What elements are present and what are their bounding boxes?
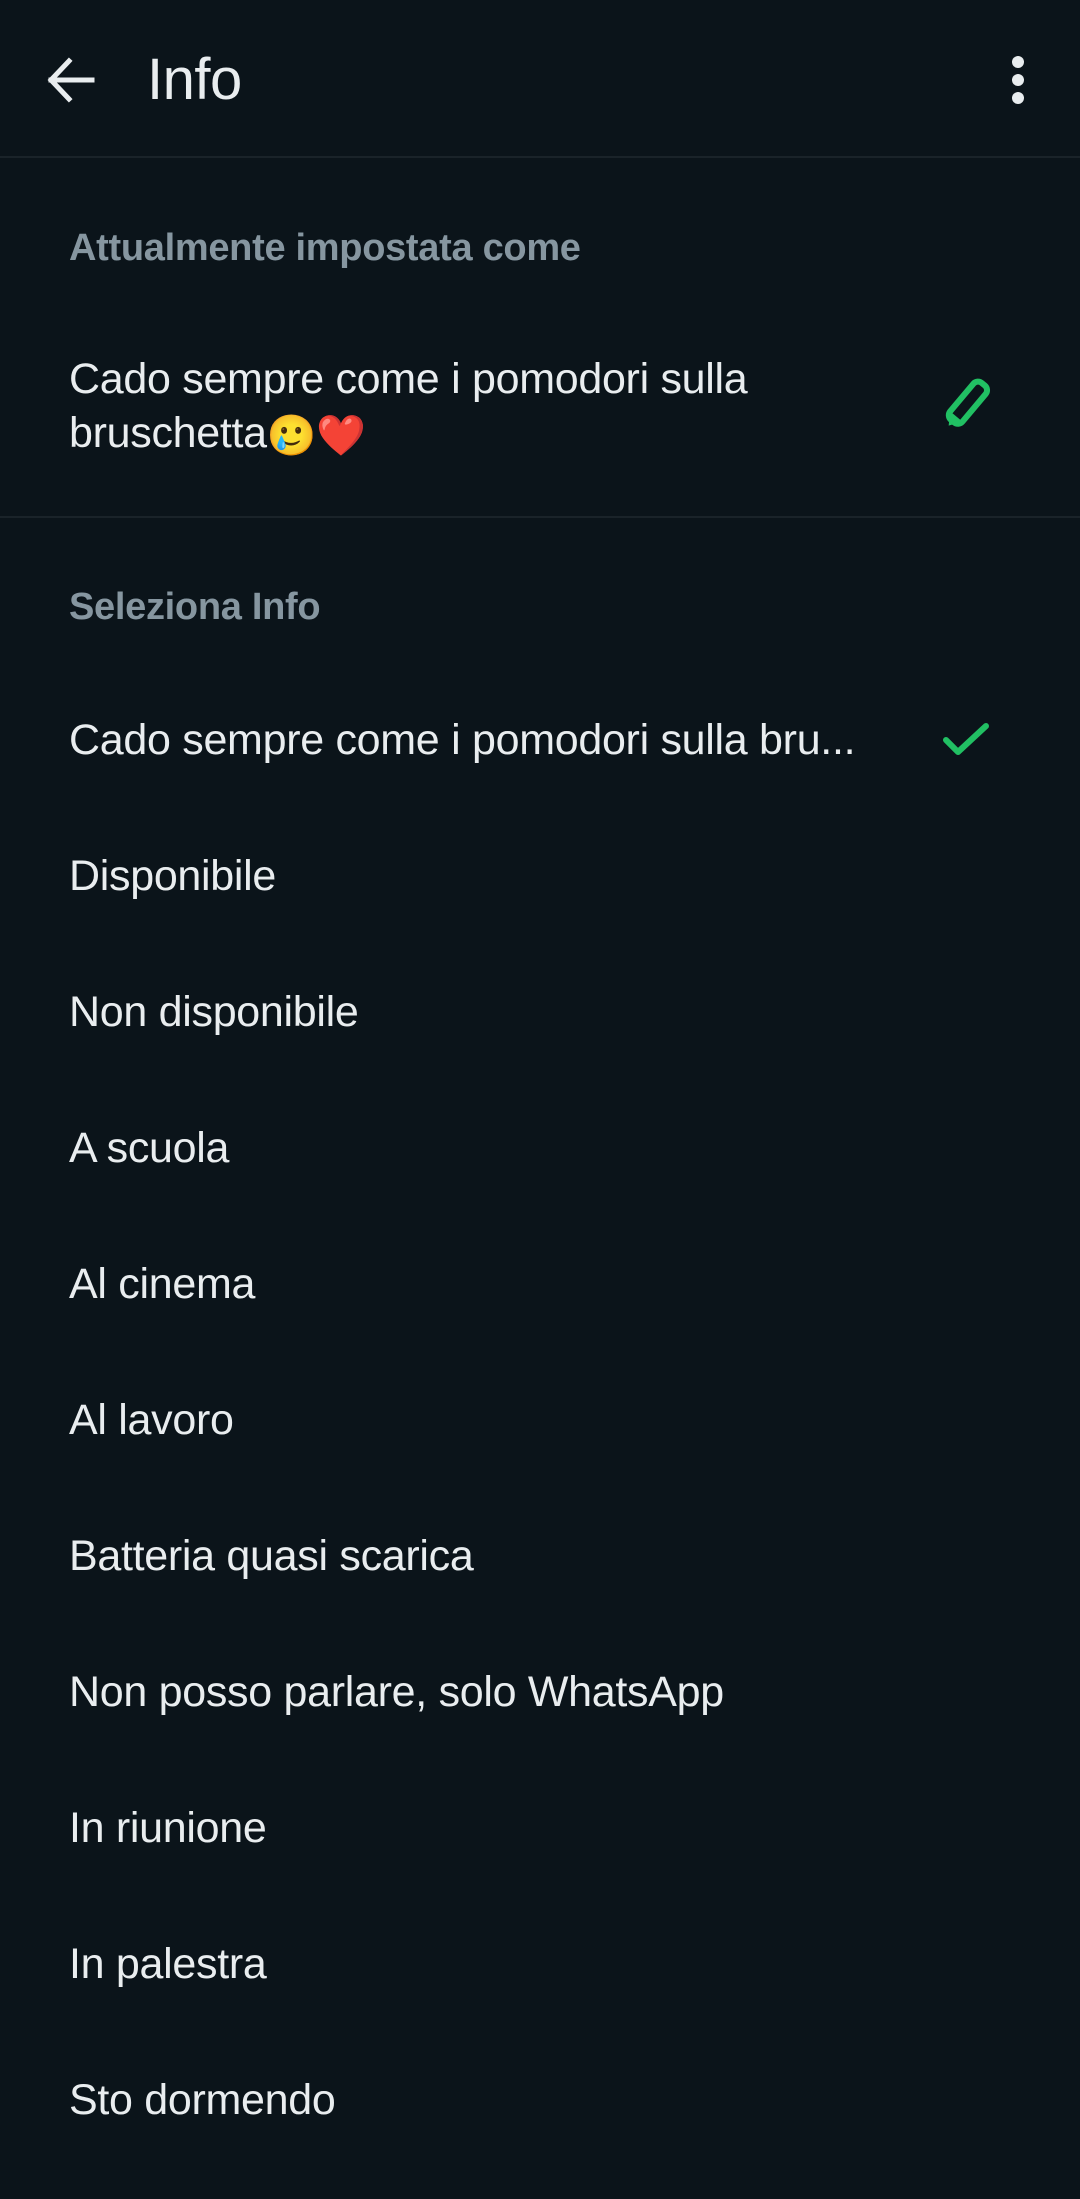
status-option-label: Non posso parlare, solo WhatsApp (69, 1668, 724, 1716)
status-option[interactable]: Disponibile (0, 808, 1080, 944)
status-options-list: Cado sempre come i pomodori sulla bru...… (0, 672, 1080, 2168)
app-bar: Info (0, 0, 1080, 158)
selected-check-icon (940, 716, 992, 764)
more-options-button[interactable] (988, 48, 1048, 112)
status-option-label: Cado sempre come i pomodori sulla bru... (69, 716, 856, 764)
status-option[interactable]: Al lavoro (0, 1352, 1080, 1488)
status-option-label: Disponibile (69, 852, 277, 900)
status-option[interactable]: In riunione (0, 1760, 1080, 1896)
status-option[interactable]: In palestra (0, 1896, 1080, 2032)
pencil-icon (945, 378, 991, 427)
status-option[interactable]: Sto dormendo (0, 2032, 1080, 2168)
status-option-label: In palestra (69, 1940, 267, 1988)
status-option-label: Al cinema (69, 1260, 256, 1308)
more-vertical-icon (1012, 56, 1024, 104)
status-option-label: In riunione (69, 1804, 267, 1852)
arrow-left-icon (47, 57, 95, 103)
current-status-label: Attualmente impostata come (69, 227, 581, 269)
current-status-text: Cado sempre come i pomodori sulla brusch… (69, 352, 869, 463)
status-option[interactable]: Cado sempre come i pomodori sulla bru... (0, 672, 1080, 808)
edit-status-button[interactable] (930, 360, 1002, 450)
current-status-value: Cado sempre come i pomodori sulla brusch… (69, 355, 748, 457)
status-option-label: Al lavoro (69, 1396, 234, 1444)
page-title: Info (147, 47, 242, 112)
status-option[interactable]: Al cinema (0, 1216, 1080, 1352)
current-status-row[interactable]: Cado sempre come i pomodori sulla brusch… (0, 330, 1080, 480)
status-option[interactable]: Non disponibile (0, 944, 1080, 1080)
status-option[interactable]: Batteria quasi scarica (0, 1488, 1080, 1624)
status-option[interactable]: Non posso parlare, solo WhatsApp (0, 1624, 1080, 1760)
status-option[interactable]: A scuola (0, 1080, 1080, 1216)
select-status-label: Seleziona Info (69, 586, 321, 628)
status-option-label: Non disponibile (69, 988, 359, 1036)
status-emojis: 🥲❤️ (266, 414, 366, 458)
status-option-label: Batteria quasi scarica (69, 1532, 474, 1580)
status-option-label: Sto dormendo (69, 2076, 336, 2124)
status-option-label: A scuola (69, 1124, 230, 1172)
back-button[interactable] (40, 50, 100, 110)
section-divider (0, 516, 1080, 518)
